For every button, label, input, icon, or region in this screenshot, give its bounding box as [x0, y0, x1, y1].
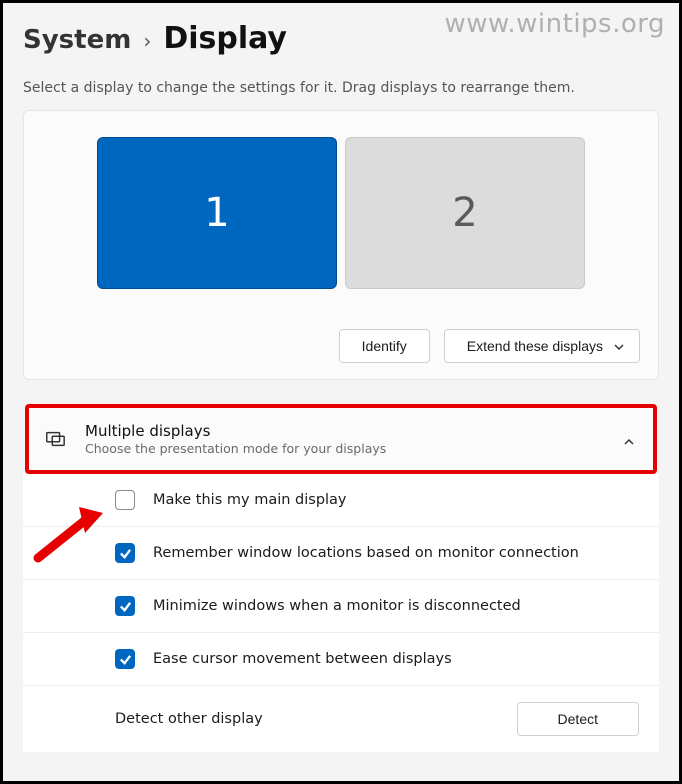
option-label: Minimize windows when a monitor is disco… — [153, 598, 521, 614]
page-title: Display — [163, 21, 287, 56]
option-label: Remember window locations based on monit… — [153, 545, 579, 561]
multiple-displays-icon — [41, 428, 69, 450]
extend-displays-label: Extend these displays — [467, 338, 603, 354]
chevron-down-icon — [613, 340, 625, 352]
checkbox-remember-windows[interactable] — [115, 543, 135, 563]
option-remember-windows[interactable]: Remember window locations based on monit… — [23, 526, 659, 579]
breadcrumb-separator: › — [143, 29, 151, 53]
option-label: Make this my main display — [153, 492, 347, 508]
option-minimize-windows[interactable]: Minimize windows when a monitor is disco… — [23, 579, 659, 632]
identify-button[interactable]: Identify — [339, 329, 430, 363]
breadcrumb-system[interactable]: System — [23, 25, 131, 55]
option-ease-cursor[interactable]: Ease cursor movement between displays — [23, 632, 659, 685]
helper-text: Select a display to change the settings … — [23, 80, 659, 96]
multiple-displays-header[interactable]: Multiple displays Choose the presentatio… — [29, 408, 653, 470]
multiple-displays-subtitle: Choose the presentation mode for your di… — [85, 441, 607, 456]
breadcrumb: System › Display — [23, 21, 659, 56]
option-make-main-display[interactable]: Make this my main display — [23, 474, 659, 526]
detect-button[interactable]: Detect — [517, 702, 639, 736]
multiple-displays-title: Multiple displays — [85, 422, 607, 440]
checkbox-ease-cursor[interactable] — [115, 649, 135, 669]
chevron-up-icon — [623, 433, 635, 445]
checkbox-make-main[interactable] — [115, 490, 135, 510]
monitor-arrangement[interactable]: 1 2 — [42, 137, 640, 289]
checkbox-minimize-windows[interactable] — [115, 596, 135, 616]
option-label: Ease cursor movement between displays — [153, 651, 452, 667]
monitor-1[interactable]: 1 — [97, 137, 337, 289]
option-detect-display: Detect other display Detect — [23, 685, 659, 752]
detect-label: Detect other display — [115, 711, 263, 727]
multiple-displays-options: Make this my main display Remember windo… — [23, 474, 659, 752]
extend-displays-dropdown[interactable]: Extend these displays — [444, 329, 640, 363]
multiple-displays-highlight: Multiple displays Choose the presentatio… — [25, 404, 657, 474]
display-arrangement-card: 1 2 Identify Extend these displays — [23, 110, 659, 380]
monitor-2[interactable]: 2 — [345, 137, 585, 289]
